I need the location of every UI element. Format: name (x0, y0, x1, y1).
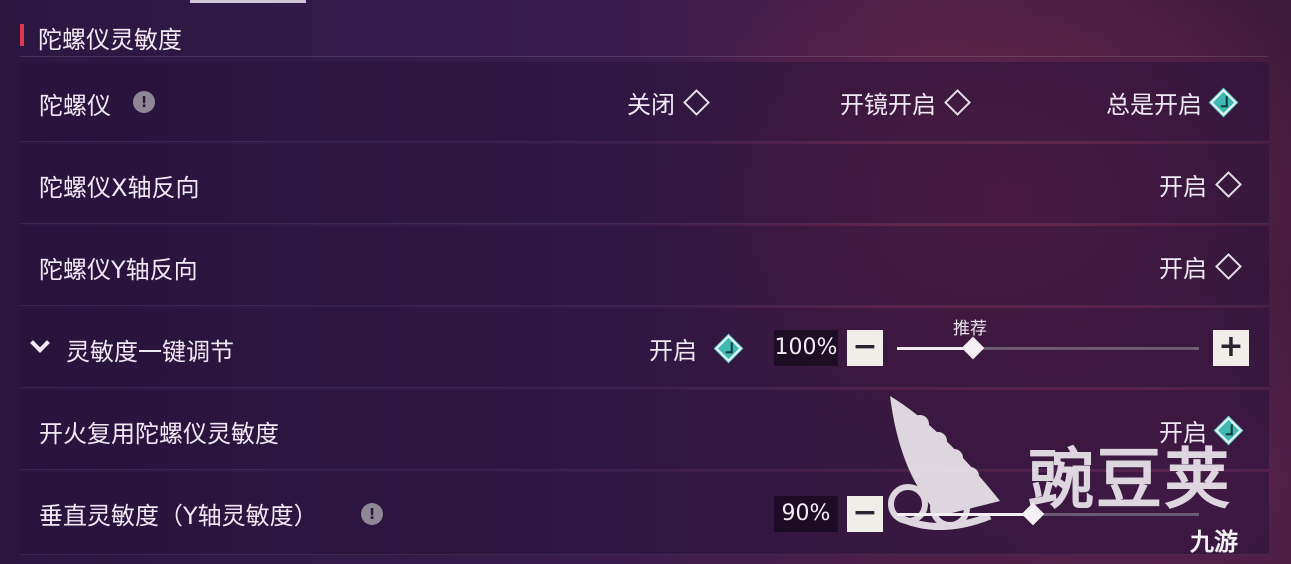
option-enable[interactable]: 开启 (1159, 168, 1242, 201)
info-icon[interactable]: ! (133, 91, 155, 113)
option-label: 开启 (1159, 254, 1207, 283)
setting-label: 陀螺仪 (39, 92, 111, 120)
option-enable[interactable]: 开启 (1159, 250, 1242, 283)
chevron-down-icon[interactable] (30, 333, 50, 353)
option-label: 开镜开启 (840, 90, 936, 119)
recommend-label: 推荐 (953, 319, 987, 339)
section-accent-bar (20, 24, 24, 46)
option-label: 开启 (649, 336, 697, 365)
increase-button[interactable]: + (1213, 330, 1249, 366)
setting-row-x-invert: 陀螺仪X轴反向 开启 (20, 144, 1269, 224)
option-off[interactable]: 关闭 (627, 86, 710, 119)
watermark: 豌豆荚 (880, 386, 1270, 536)
diamond-checked-icon (1210, 88, 1237, 116)
option-label: 开启 (1159, 172, 1207, 201)
setting-label: 陀螺仪X轴反向 (39, 174, 200, 202)
setting-row-one-key: 灵敏度一键调节 开启 100% − 推荐 + (20, 308, 1269, 388)
section-title: 陀螺仪灵敏度 (38, 26, 182, 54)
top-tab-indicator (190, 0, 306, 3)
option-label: 关闭 (627, 90, 675, 119)
setting-label: 垂直灵敏度（Y轴灵敏度） (39, 502, 318, 530)
section-header: 陀螺仪灵敏度 (20, 14, 1268, 57)
diamond-radio-icon (683, 88, 710, 116)
diamond-radio-icon (1215, 252, 1242, 280)
diamond-checked-icon (715, 334, 742, 362)
sensitivity-value: 90% (774, 496, 838, 532)
diamond-radio-icon (1215, 170, 1242, 198)
setting-label: 灵敏度一键调节 (66, 338, 234, 366)
watermark-text: 豌豆荚 (1028, 441, 1232, 518)
option-always-on[interactable]: 总是开启 (1106, 86, 1237, 119)
setting-row-y-invert: 陀螺仪Y轴反向 开启 (20, 226, 1269, 306)
option-enable[interactable]: 开启 (649, 332, 742, 365)
slider-handle[interactable] (961, 336, 984, 360)
jiuyou-logo: 九游 (1190, 528, 1238, 556)
decrease-button[interactable]: − (847, 330, 883, 366)
setting-row-gyro: 陀螺仪 ! 关闭 开镜开启 总是开启 (20, 62, 1269, 142)
option-scope-on[interactable]: 开镜开启 (840, 86, 971, 119)
sensitivity-value: 100% (774, 330, 838, 366)
decrease-button[interactable]: − (847, 496, 883, 532)
setting-label: 陀螺仪Y轴反向 (39, 256, 198, 284)
diamond-radio-icon (944, 88, 971, 116)
option-label: 总是开启 (1106, 90, 1202, 119)
info-icon[interactable]: ! (361, 503, 383, 525)
pea-logo-icon (888, 396, 1000, 530)
setting-label: 开火复用陀螺仪灵敏度 (39, 420, 279, 448)
